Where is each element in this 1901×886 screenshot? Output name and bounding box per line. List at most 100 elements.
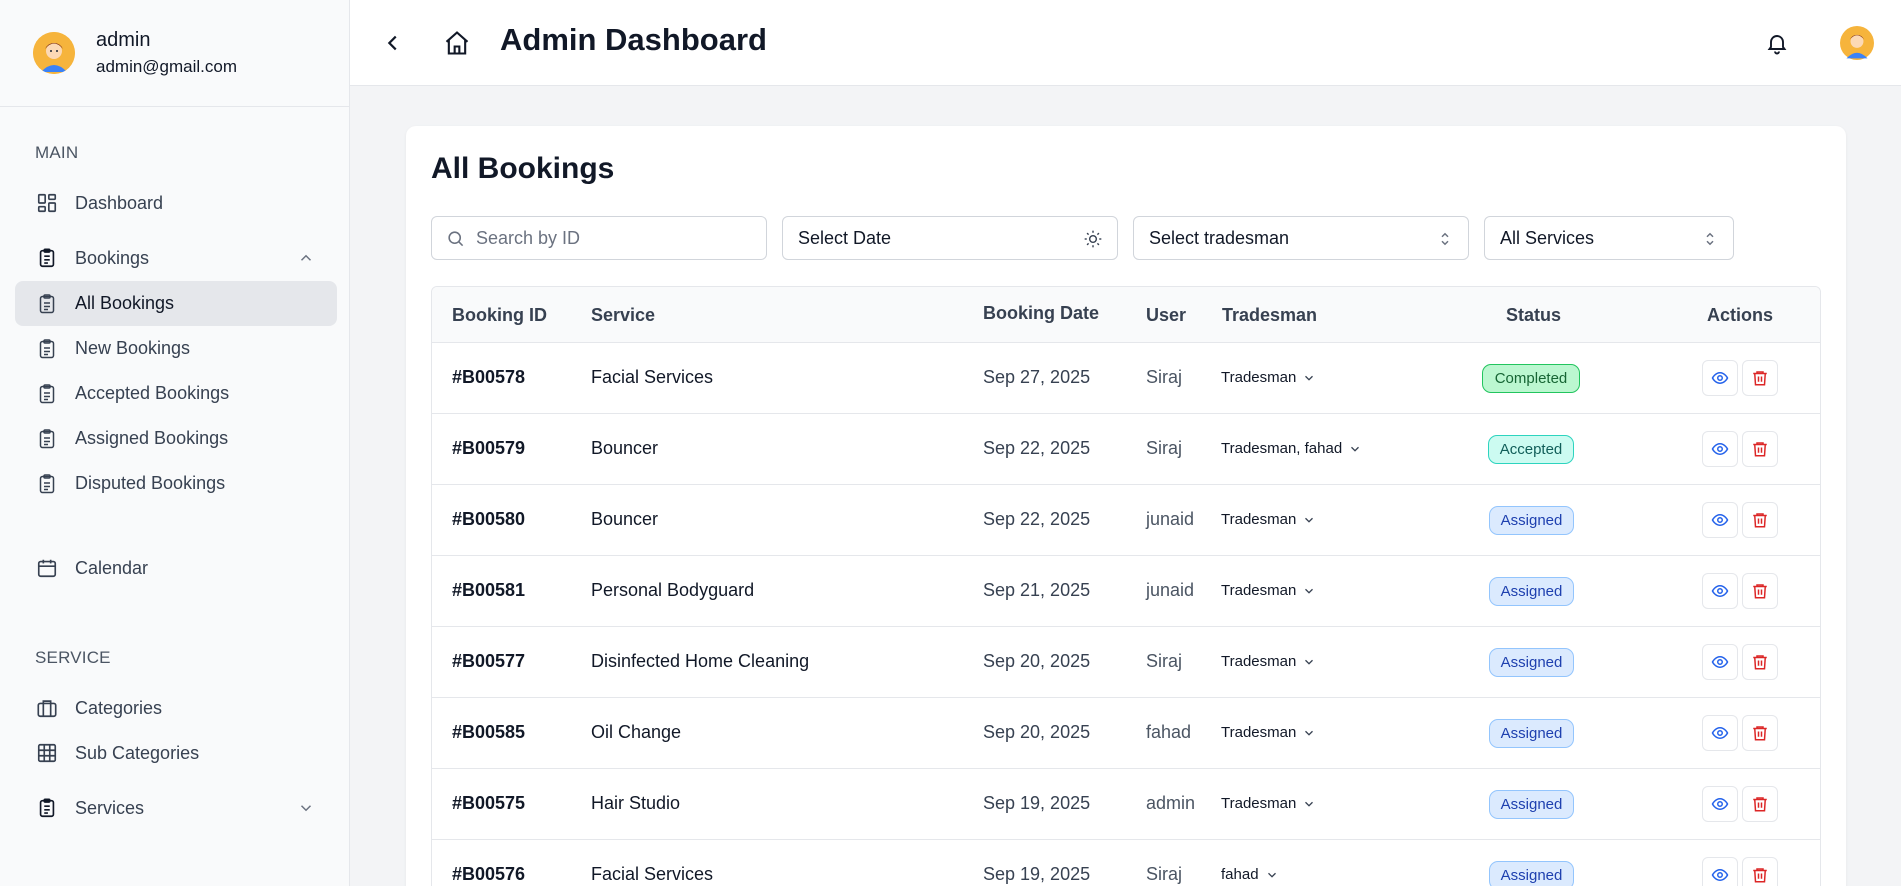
booking-id: #B00579 — [452, 438, 526, 458]
sidebar-item-categories[interactable]: Categories — [15, 686, 337, 730]
header-avatar[interactable] — [1840, 26, 1874, 60]
sidebar: admin admin@gmail.com MAIN Dashboard Boo… — [0, 0, 350, 886]
sidebar-item-assigned-bookings[interactable]: Assigned Bookings — [15, 416, 337, 461]
clipboard-icon — [39, 473, 57, 494]
delete-button[interactable] — [1742, 431, 1778, 467]
card-title: All Bookings — [431, 152, 615, 185]
tradesman-dropdown[interactable]: Tradesman, fahad — [1221, 440, 1362, 457]
tradesman-value: Tradesman — [1221, 795, 1297, 812]
delete-button[interactable] — [1742, 573, 1778, 609]
tradesman-select-value: Select tradesman — [1149, 227, 1290, 248]
sun-icon[interactable] — [1083, 229, 1103, 249]
booking-service: Facial Services — [591, 864, 714, 884]
tradesman-dropdown[interactable]: Tradesman — [1221, 653, 1316, 670]
booking-user: Siraj — [1146, 438, 1183, 458]
eye-icon — [1711, 726, 1729, 740]
view-button[interactable] — [1702, 573, 1738, 609]
tradesman-dropdown[interactable]: fahad — [1221, 866, 1279, 883]
tradesman-select[interactable]: Select tradesman — [1133, 216, 1469, 260]
sidebar-item-services[interactable]: Services — [15, 786, 337, 830]
sidebar-item-sub-categories[interactable]: Sub Categories — [15, 731, 337, 775]
delete-button[interactable] — [1742, 786, 1778, 822]
sidebar-item-bookings[interactable]: Bookings — [15, 236, 337, 280]
status-badge: Completed — [1482, 364, 1580, 393]
sidebar-item-disputed-bookings[interactable]: Disputed Bookings — [15, 461, 337, 506]
tradesman-dropdown[interactable]: Tradesman — [1221, 511, 1316, 528]
search-input[interactable]: Search by ID — [431, 216, 767, 260]
delete-button[interactable] — [1742, 857, 1778, 886]
tradesman-dropdown[interactable]: Tradesman — [1221, 582, 1316, 599]
tradesman-value: Tradesman — [1221, 724, 1297, 741]
notifications-button[interactable] — [1760, 26, 1794, 60]
sidebar-item-label: Accepted Bookings — [75, 383, 230, 403]
sidebar-item-label: Calendar — [75, 557, 149, 578]
booking-service: Disinfected Home Cleaning — [591, 651, 810, 671]
home-button[interactable] — [440, 26, 474, 60]
sidebar-item-new-bookings[interactable]: New Bookings — [15, 326, 337, 371]
view-button[interactable] — [1702, 502, 1738, 538]
date-picker[interactable]: Select Date — [782, 216, 1118, 260]
search-placeholder: Search by ID — [476, 227, 581, 248]
booking-user: junaid — [1146, 509, 1195, 529]
sidebar-item-all-bookings[interactable]: All Bookings — [15, 281, 337, 326]
booking-date: Sep 27, 2025 — [983, 367, 1091, 387]
chevron-down-icon — [1305, 588, 1314, 594]
view-button[interactable] — [1702, 360, 1738, 396]
trash-icon — [1753, 584, 1767, 599]
sidebar-item-label: Disputed Bookings — [75, 473, 226, 493]
status-badge: Assigned — [1489, 790, 1574, 819]
sidebar-profile: admin admin@gmail.com — [0, 0, 349, 107]
booking-service: Bouncer — [591, 438, 659, 458]
delete-button[interactable] — [1742, 502, 1778, 538]
delete-button[interactable] — [1742, 644, 1778, 680]
table-body: #B00578 Facial Services Sep 27, 2025 Sir… — [432, 343, 1820, 886]
booking-date: Sep 21, 2025 — [983, 580, 1091, 600]
view-button[interactable] — [1702, 644, 1738, 680]
sidebar-item-label: New Bookings — [75, 338, 191, 358]
booking-user: admin — [1146, 793, 1196, 813]
clipboard-icon — [39, 338, 57, 359]
sidebar-item-dashboard[interactable]: Dashboard — [15, 181, 337, 225]
services-select[interactable]: All Services — [1484, 216, 1734, 260]
sidebar-item-calendar[interactable]: Calendar — [15, 546, 337, 590]
tradesman-value: Tradesman — [1221, 369, 1297, 386]
eye-icon — [1711, 584, 1729, 598]
booking-user: Siraj — [1146, 367, 1183, 387]
status-badge: Assigned — [1489, 719, 1574, 748]
chevron-down-icon[interactable] — [297, 799, 315, 817]
trash-icon — [1753, 442, 1767, 457]
section-label-service: SERVICE — [35, 648, 111, 667]
status-badge: Assigned — [1489, 861, 1574, 886]
tradesman-dropdown[interactable]: Tradesman — [1221, 369, 1316, 386]
view-button[interactable] — [1702, 715, 1738, 751]
dashboard-icon — [35, 191, 59, 215]
back-button[interactable] — [376, 26, 410, 60]
booking-user: Siraj — [1146, 651, 1183, 671]
tradesman-dropdown[interactable]: Tradesman — [1221, 724, 1316, 741]
calendar-icon — [35, 556, 59, 580]
clipboard-icon — [35, 246, 59, 270]
table-header: Booking ID Service Booking Date User Tra… — [432, 287, 1820, 343]
avatar[interactable] — [33, 32, 75, 74]
chevron-up-icon[interactable] — [297, 249, 315, 267]
select-arrows-icon — [1441, 232, 1449, 246]
table-row: #B00585 Oil Change Sep 20, 2025 fahad Tr… — [432, 698, 1820, 769]
select-arrows-icon — [1706, 232, 1714, 246]
sidebar-item-label: Assigned Bookings — [75, 428, 229, 448]
tradesman-dropdown[interactable]: Tradesman — [1221, 795, 1316, 812]
view-button[interactable] — [1702, 857, 1738, 886]
sidebar-item-label: Bookings — [75, 247, 150, 268]
col-actions: Actions — [1707, 305, 1774, 325]
delete-button[interactable] — [1742, 715, 1778, 751]
view-button[interactable] — [1702, 786, 1738, 822]
eye-icon — [1711, 371, 1729, 385]
tradesman-value: Tradesman — [1221, 511, 1297, 528]
tradesman-value: Tradesman — [1221, 582, 1297, 599]
delete-button[interactable] — [1742, 360, 1778, 396]
view-button[interactable] — [1702, 431, 1738, 467]
profile-email: admin@gmail.com — [96, 57, 238, 76]
home-icon — [445, 31, 469, 55]
sidebar-item-accepted-bookings[interactable]: Accepted Bookings — [15, 371, 337, 416]
chevron-down-icon — [1267, 872, 1276, 878]
col-booking-date: Booking Date — [983, 303, 1100, 323]
